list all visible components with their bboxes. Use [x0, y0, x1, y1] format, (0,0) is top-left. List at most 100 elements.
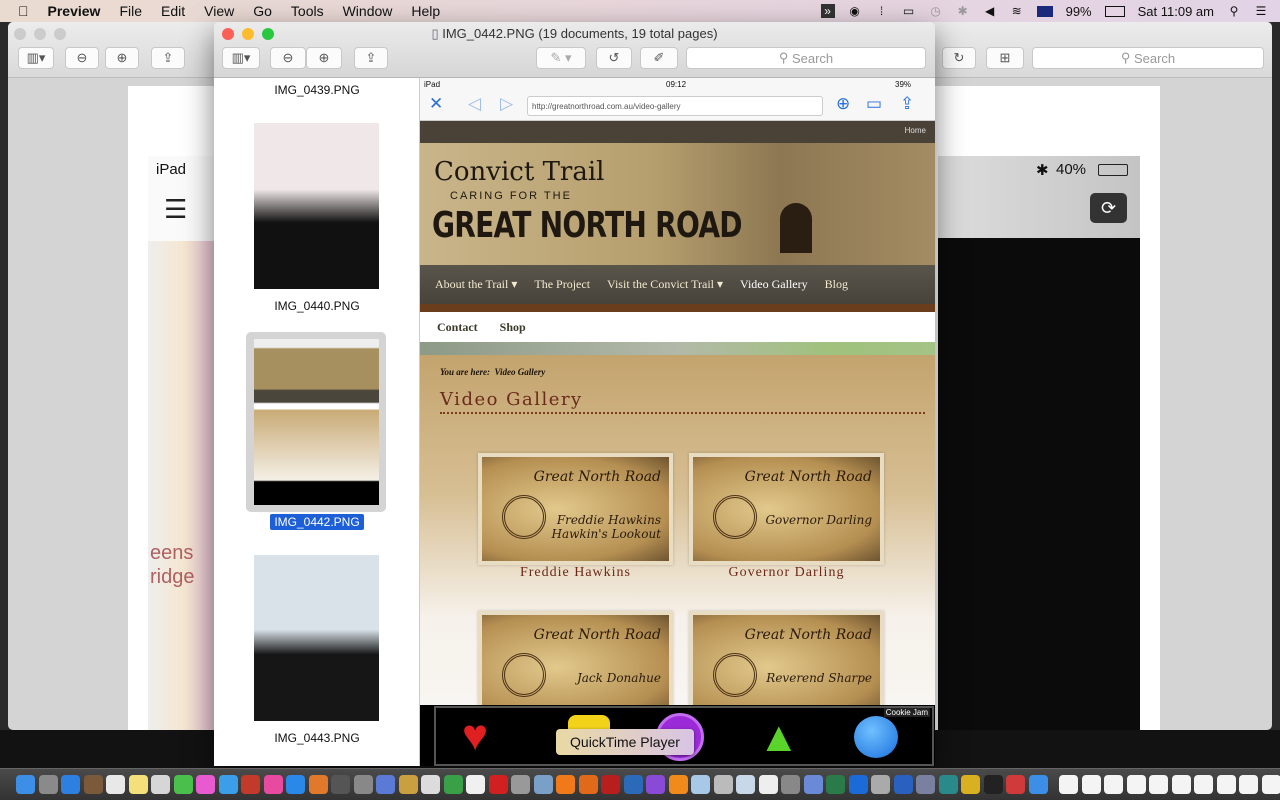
dock-itunes-icon[interactable]	[286, 775, 305, 794]
share-icon[interactable]: ⇪	[900, 94, 914, 114]
dock-image-capture-icon[interactable]	[556, 775, 575, 794]
dock-terminal-icon[interactable]	[1006, 775, 1025, 794]
dock-chrome-icon[interactable]	[466, 775, 485, 794]
spotlight-icon[interactable]: ⚲	[1227, 4, 1241, 18]
dock-filezilla-like-icon[interactable]	[398, 775, 418, 794]
folder-icon[interactable]: ▭	[866, 94, 882, 114]
battery-icon[interactable]	[1104, 5, 1125, 17]
dock-app-store-icon[interactable]	[308, 775, 328, 794]
dock-maps-icon[interactable]	[803, 775, 823, 794]
dock-filezilla-icon[interactable]	[623, 775, 643, 794]
menu-window[interactable]: Window	[343, 3, 393, 19]
dock-gimp-icon[interactable]	[443, 775, 463, 794]
back-icon[interactable]: ◁	[468, 94, 481, 114]
forward-icon[interactable]: ▷	[500, 94, 513, 114]
menu-tools[interactable]: Tools	[291, 3, 324, 19]
menu-view[interactable]: View	[204, 3, 234, 19]
markup-pen-icon[interactable]: ✎ ▾	[536, 47, 586, 69]
video-caption[interactable]: Governor Darling	[689, 565, 884, 581]
dock-system-preferences-icon[interactable]	[353, 775, 373, 794]
dock-visual-studio-code-icon[interactable]	[916, 775, 935, 794]
dock-window8-icon[interactable]	[1216, 775, 1236, 794]
thumbnail-img-0442[interactable]	[254, 339, 379, 505]
thumbnail-label[interactable]: IMG_0440.PNG	[214, 299, 420, 313]
menu-app-name[interactable]: Preview	[48, 3, 101, 19]
dock-finder-icon[interactable]	[16, 775, 35, 794]
dock-ibooks-icon[interactable]	[331, 775, 350, 794]
rotate-icon[interactable]: ↺	[596, 47, 632, 69]
video-caption[interactable]: Freddie Hawkins	[478, 565, 673, 581]
thumbnail-label[interactable]: IMG_0439.PNG	[214, 83, 420, 97]
dock-window7-icon[interactable]	[1194, 775, 1213, 794]
dock-window9-icon[interactable]	[1239, 775, 1258, 794]
home-link[interactable]: Home	[905, 126, 926, 135]
video-thumb-freddie-hawkins[interactable]: Great North Road Freddie Hawkins Hawkin's…	[478, 453, 673, 565]
search-field[interactable]: ⚲ Search	[1032, 47, 1264, 69]
thumbnail-img-0440[interactable]	[254, 123, 379, 289]
dock-books-icon[interactable]	[938, 775, 958, 794]
battery-percent[interactable]: 99%	[1066, 4, 1092, 19]
search-field[interactable]: ⚲ Search	[686, 47, 926, 69]
dock-window2-icon[interactable]	[1081, 775, 1101, 794]
dock-photo-booth-icon[interactable]	[218, 775, 238, 794]
nav-blog[interactable]: Blog	[825, 277, 848, 292]
dock-messages-icon[interactable]	[196, 775, 215, 794]
nav-contact[interactable]: Contact	[437, 320, 478, 335]
url-field[interactable]: http://greatnorthroad.com.au/video-galle…	[527, 96, 823, 116]
wifi-icon[interactable]: ≋	[1010, 4, 1024, 18]
nav-about-the-trail[interactable]: About the Trail ▾	[435, 277, 517, 292]
dock-mission-control-icon[interactable]	[263, 775, 283, 794]
dock-pages-icon[interactable]	[533, 775, 553, 794]
dock-window3-icon[interactable]	[1104, 775, 1123, 794]
dock-color-picker-icon[interactable]	[1028, 775, 1048, 794]
nav-visit-the-convict-trail[interactable]: Visit the Convict Trail ▾	[607, 277, 723, 292]
download-icon[interactable]: ⊕	[836, 94, 850, 114]
app-status-icon[interactable]: »	[820, 4, 835, 18]
flag-australia-icon[interactable]	[1036, 5, 1053, 17]
dock-window5-icon[interactable]	[1149, 775, 1168, 794]
dock-php-icon[interactable]	[826, 775, 845, 794]
menu-file[interactable]: File	[119, 3, 142, 19]
dock-imovie-icon[interactable]	[668, 775, 688, 794]
nav-shop[interactable]: Shop	[500, 320, 526, 335]
zoom-out-icon[interactable]: ⊖	[270, 47, 306, 69]
thumbnail-img-0443[interactable]	[254, 555, 379, 721]
time-machine-icon[interactable]: ◷	[929, 4, 943, 18]
share-icon[interactable]: ⇪	[151, 47, 185, 69]
volume-icon[interactable]: ◀	[983, 4, 997, 18]
nav-the-project[interactable]: The Project	[534, 277, 590, 292]
dock-cursor-icon[interactable]	[983, 775, 1003, 794]
dock-opera-icon[interactable]	[511, 775, 530, 794]
markup-toolbar-icon[interactable]: ✐	[640, 47, 678, 69]
zoom-in-icon[interactable]: ⊕	[306, 47, 342, 69]
dock-notes-icon[interactable]	[151, 775, 170, 794]
dock-unknown-icon[interactable]	[781, 775, 800, 794]
dock-android-studio-icon[interactable]	[848, 775, 868, 794]
dock-firefox-icon[interactable]	[601, 775, 620, 794]
video-thumb-governor-darling[interactable]: Great North Road Governor Darling	[689, 453, 884, 565]
dock-textedit-icon[interactable]	[488, 775, 508, 794]
vpn-icon[interactable]: ◉	[848, 4, 862, 18]
dock-vlc-icon[interactable]	[691, 775, 710, 794]
close-button[interactable]	[14, 28, 26, 40]
dock-preview-file-icon[interactable]	[713, 775, 733, 794]
dock-xcode-icon[interactable]	[871, 775, 890, 794]
menu-edit[interactable]: Edit	[161, 3, 185, 19]
bluetooth-icon[interactable]: ✱	[956, 4, 970, 18]
dock-unknown-icon[interactable]	[736, 775, 755, 794]
airplay-icon[interactable]: ▭	[902, 4, 916, 18]
minimize-button[interactable]	[34, 28, 46, 40]
dock-facetime-icon[interactable]	[241, 775, 260, 794]
dock-preview-icon[interactable]	[83, 775, 103, 794]
dock-utility-icon[interactable]	[421, 775, 440, 794]
dock-window10-icon[interactable]	[1261, 775, 1280, 794]
notification-center-icon[interactable]: ☰	[1254, 4, 1268, 18]
sidebar-toggle-icon[interactable]: ▥▾	[18, 47, 54, 69]
dock-globe-icon[interactable]	[961, 775, 980, 794]
dock-calendar-icon[interactable]	[128, 775, 148, 794]
dock-contacts-icon[interactable]	[106, 775, 125, 794]
share-icon[interactable]: ⇪	[354, 47, 388, 69]
menu-help[interactable]: Help	[411, 3, 440, 19]
dock-window6-icon[interactable]	[1171, 775, 1191, 794]
apple-menu-icon[interactable]: 	[18, 3, 29, 19]
